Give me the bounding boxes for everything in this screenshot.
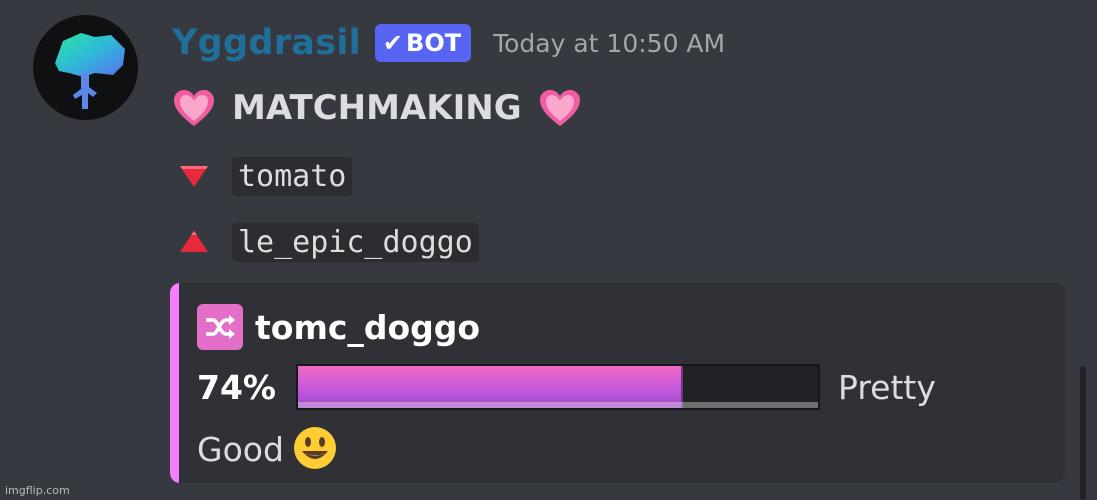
user-line-tomato: tomato [178,154,353,198]
embed-title: tomc_doggo [255,307,481,347]
bot-badge: ✔ BOT [374,24,472,62]
progress-bar-shine [298,401,818,408]
tree-icon [55,33,125,109]
embed-author: tomc_doggo [197,303,480,351]
bot-badge-label: BOT [406,29,462,57]
matchmaking-title: MATCHMAKING [172,84,582,132]
red-up-triangle-icon [180,231,208,252]
match-progress-bar [296,363,820,410]
pink-heart-icon [174,90,214,126]
message-header: Yggdrasil ✔ BOT Today at 10:50 AM [172,20,725,66]
username-code: le_epic_doggo [232,222,479,262]
username-code: tomato [232,156,353,196]
smiley-icon [293,426,336,469]
embed-description: 74% Pretty Good [197,357,977,481]
title-text: MATCHMAKING [232,88,522,128]
watermark: imgflip.com [5,484,70,497]
scrollbar[interactable] [1080,366,1086,500]
verdict-text-line1: Pretty [838,368,936,407]
avatar[interactable] [33,15,138,120]
match-embed: tomc_doggo 74% Pretty Good [170,283,1065,483]
embed-accent-border [170,283,179,483]
match-percentage: 74% [197,368,276,407]
red-down-triangle-icon [180,166,208,187]
check-icon: ✔ [382,29,404,57]
user-line-le-epic-doggo: le_epic_doggo [178,220,479,264]
message-timestamp[interactable]: Today at 10:50 AM [493,29,725,58]
pink-heart-icon [539,90,580,126]
shuffle-icon [197,304,243,350]
verdict-text-line2: Good [197,430,284,469]
author-name[interactable]: Yggdrasil [172,23,361,63]
